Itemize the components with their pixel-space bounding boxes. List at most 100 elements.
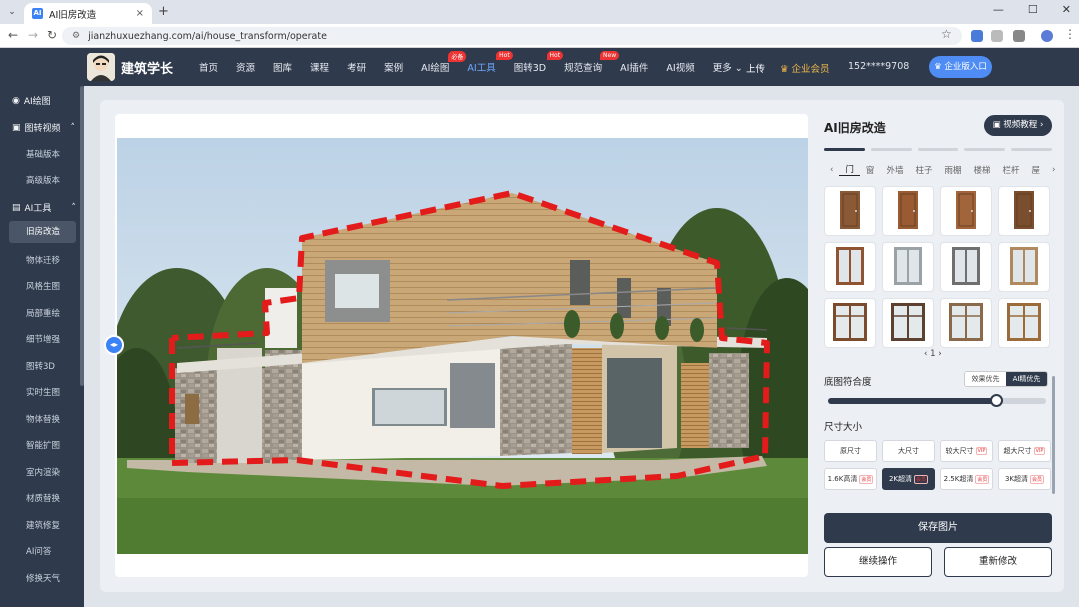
size-option[interactable]: 超大尺寸 VIP — [998, 440, 1051, 462]
forward-icon[interactable]: → — [28, 28, 38, 42]
similarity-slider[interactable] — [828, 394, 1046, 407]
page-number[interactable]: 1 — [930, 349, 935, 359]
maximize-icon[interactable]: ☐ — [1028, 3, 1038, 16]
door-option[interactable] — [824, 186, 876, 236]
nav-item[interactable]: AI绘图 必备 — [412, 51, 467, 74]
sidebar-group-video[interactable]: ▣ 图转视频 ˄ — [12, 121, 75, 135]
continue-button[interactable]: 继续操作 — [824, 547, 932, 577]
minimize-icon[interactable]: — — [993, 3, 1004, 16]
compare-slider-handle[interactable]: ◂▸ — [104, 335, 124, 355]
door-option[interactable] — [882, 186, 934, 236]
sidebar-item[interactable]: 修换天气 — [26, 572, 60, 584]
size-option[interactable]: 2.5K超清 会员 — [940, 468, 993, 490]
bookmark-star-icon[interactable]: ☆ — [941, 27, 952, 41]
tab-close-icon[interactable]: × — [136, 8, 144, 19]
tab-search-icon[interactable]: ⌄ — [4, 4, 20, 20]
category-tab[interactable]: 楼梯 — [967, 164, 996, 176]
user-phone[interactable]: 152****9708 — [848, 61, 909, 72]
redo-button[interactable]: 重新修改 — [944, 547, 1052, 577]
sidebar-item-ai-draw[interactable]: ◉ AI绘图 — [12, 94, 51, 108]
door-option[interactable] — [998, 298, 1050, 348]
door-option[interactable] — [998, 242, 1050, 292]
prev-category-icon[interactable]: ‹ — [824, 165, 839, 175]
new-tab-button[interactable]: + — [158, 4, 169, 19]
upload-link[interactable]: 上传 — [746, 61, 765, 75]
sidebar-item[interactable]: 细节增强 — [26, 333, 60, 345]
sidebar-item[interactable]: 物体迁移 — [26, 254, 60, 266]
sidebar-item[interactable]: 室内渲染 — [26, 466, 60, 478]
sidebar-item-basic[interactable]: 基础版本 — [26, 148, 60, 160]
sidebar-item[interactable]: 材质替换 — [26, 492, 60, 504]
slider-knob[interactable] — [989, 394, 1003, 407]
enterprise-entry-button[interactable]: ♛ 企业版入口 — [929, 56, 992, 78]
size-option[interactable]: 原尺寸 — [824, 440, 877, 462]
next-page-icon[interactable]: › — [938, 349, 941, 359]
sidebar-item[interactable]: 风格生图 — [26, 280, 60, 292]
nav-item[interactable]: 资源 — [227, 60, 264, 74]
category-tab[interactable]: 外墙 — [880, 164, 909, 176]
category-tab[interactable]: 窗 — [860, 164, 881, 176]
nav-item[interactable]: 图转3D Hot — [505, 51, 564, 74]
extension-icon[interactable] — [971, 30, 983, 42]
similarity-option[interactable]: 效果优先 — [965, 372, 1006, 386]
size-option[interactable]: 1.6K高清 会员 — [824, 468, 877, 490]
url-field[interactable]: ⚙ jianzhuxuezhang.com/ai/house_transform… — [62, 27, 962, 45]
nav-item[interactable]: AI插件 — [611, 60, 657, 74]
category-tab[interactable]: 门 — [839, 163, 860, 176]
prev-page-icon[interactable]: ‹ — [924, 349, 927, 359]
sidebar-item[interactable]: 智能扩图 — [26, 439, 60, 451]
sidebar-item[interactable]: 建筑修复 — [26, 519, 60, 531]
sidebar-item[interactable]: 实时生图 — [26, 386, 60, 398]
extension-icon[interactable] — [991, 30, 1003, 42]
sidebar-item[interactable]: 图转3D — [26, 360, 55, 372]
sidebar-item[interactable]: AI问答 — [26, 545, 51, 557]
nav-item[interactable]: 更多 ⌄ — [704, 60, 752, 74]
nav-item[interactable]: 课程 — [301, 60, 338, 74]
similarity-option[interactable]: AI精优先 — [1006, 372, 1047, 386]
door-option[interactable] — [824, 242, 876, 292]
sidebar-group-ai-tools[interactable]: ▤ AI工具 ˄ — [12, 201, 76, 215]
nav-item[interactable]: 规范查询 New — [555, 51, 620, 74]
logo-avatar[interactable] — [87, 53, 115, 81]
reload-icon[interactable]: ↻ — [47, 28, 57, 42]
vip-link[interactable]: ♛ 企业会员 — [780, 61, 830, 75]
nav-item[interactable]: 首页 — [190, 60, 227, 74]
category-tab[interactable]: 栏杆 — [997, 164, 1026, 176]
door-option[interactable] — [940, 242, 992, 292]
sidebar-item[interactable]: 局部重绘 — [26, 307, 60, 319]
video-tutorial-button[interactable]: ▣ 视频教程 › — [984, 115, 1052, 136]
menu-icon[interactable]: ⋮ — [1064, 27, 1076, 41]
size-option[interactable]: 较大尺寸 VIP — [940, 440, 993, 462]
door-option[interactable] — [882, 242, 934, 292]
site-info-icon[interactable]: ⚙ — [72, 31, 80, 41]
door-option[interactable] — [998, 186, 1050, 236]
door-option[interactable] — [882, 298, 934, 348]
nav-item[interactable]: AI视频 — [657, 60, 703, 74]
door-option[interactable] — [940, 186, 992, 236]
close-window-icon[interactable]: ✕ — [1062, 3, 1071, 16]
house-photo[interactable] — [117, 138, 808, 554]
size-option[interactable]: 大尺寸 — [882, 440, 935, 462]
category-tab[interactable]: 屋 — [1026, 164, 1047, 176]
next-category-icon[interactable]: › — [1046, 165, 1061, 175]
sidebar-scrollbar[interactable] — [80, 86, 84, 386]
size-option[interactable]: 2K超清 会员 — [882, 468, 935, 490]
profile-icon[interactable] — [1041, 30, 1053, 42]
sidebar-item[interactable]: 物体替换 — [26, 413, 60, 425]
category-tab[interactable]: 柱子 — [909, 164, 938, 176]
door-option[interactable] — [940, 298, 992, 348]
nav-item[interactable]: 案例 — [375, 60, 412, 74]
category-tab[interactable]: 雨棚 — [938, 164, 967, 176]
sidebar-item[interactable]: 旧房改造 — [9, 221, 76, 243]
nav-item[interactable]: 图库 — [264, 60, 301, 74]
sidebar-item-advanced[interactable]: 高级版本 — [26, 174, 60, 186]
extensions-puzzle-icon[interactable] — [1013, 30, 1025, 42]
brand-name[interactable]: 建筑学长 — [121, 58, 173, 77]
door-option[interactable] — [824, 298, 876, 348]
browser-tab[interactable]: AI AI旧房改造 × — [24, 3, 152, 24]
back-icon[interactable]: ← — [8, 28, 18, 42]
nav-item[interactable]: 考研 — [338, 60, 375, 74]
panel-scrollbar[interactable] — [1052, 376, 1055, 494]
save-image-button[interactable]: 保存图片 — [824, 513, 1052, 543]
size-option[interactable]: 3K超清 会员 — [998, 468, 1051, 490]
